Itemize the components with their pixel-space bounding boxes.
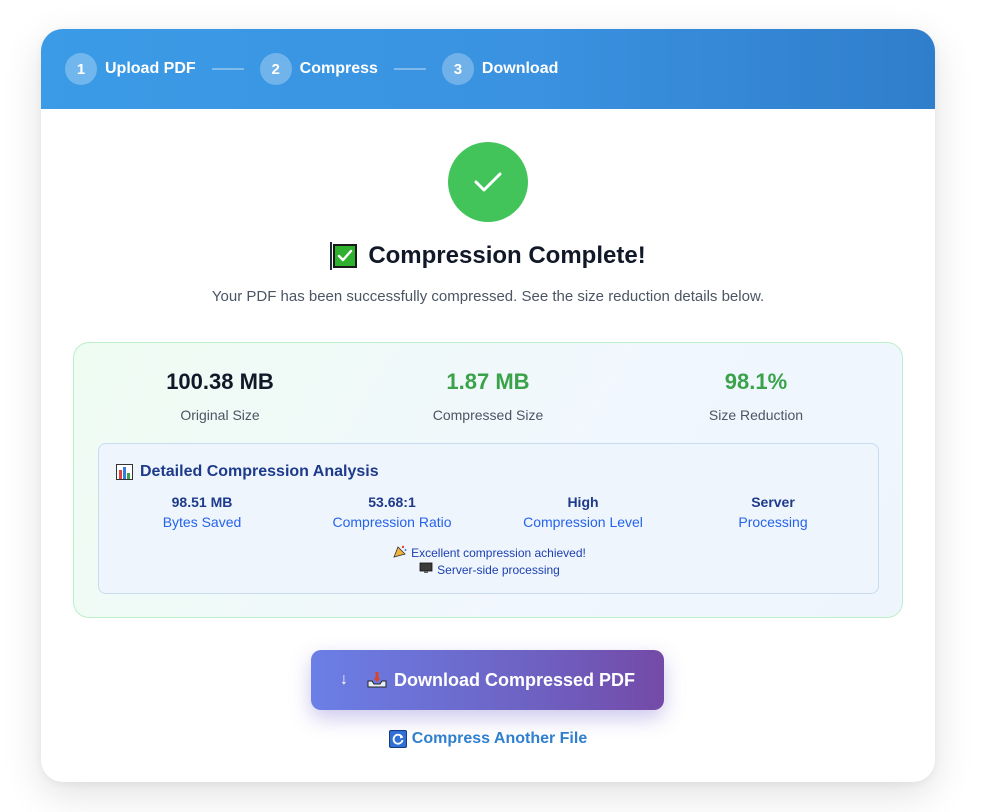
metric-value: Server bbox=[751, 494, 795, 510]
metric-value: 53.68:1 bbox=[368, 494, 416, 510]
refresh-icon bbox=[388, 730, 407, 748]
stat-compressed-size: 1.87 MB Compressed Size bbox=[388, 369, 588, 423]
metric-label: Bytes Saved bbox=[162, 514, 242, 530]
metric-label: Compression Ratio bbox=[332, 514, 452, 530]
results-panel: 100.38 MB Original Size 1.87 MB Compress… bbox=[73, 342, 903, 618]
analysis-title: Detailed Compression Analysis bbox=[116, 463, 379, 481]
step-number: 3 bbox=[441, 53, 474, 85]
compress-another-file-link[interactable]: Compress Another File bbox=[41, 728, 935, 750]
note-server: Server-side processing bbox=[99, 562, 880, 577]
metric-compression-level: High Compression Level bbox=[508, 494, 658, 530]
download-button-label: Download Compressed PDF bbox=[393, 669, 636, 690]
compress-another-label: Compress Another File bbox=[411, 730, 588, 747]
metric-value: High bbox=[567, 494, 599, 510]
party-popper-icon bbox=[393, 545, 407, 561]
metric-processing: Server Processing bbox=[698, 494, 848, 530]
metric-bytes-saved: 98.51 MB Bytes Saved bbox=[127, 494, 277, 530]
step-number: 2 bbox=[259, 53, 292, 85]
note-text: Server-side processing bbox=[437, 562, 560, 577]
progress-steps: 1 Upload PDF 2 Compress 3 Download bbox=[41, 29, 935, 109]
stat-label: Original Size bbox=[180, 407, 260, 423]
step-number: 1 bbox=[65, 53, 97, 85]
stat-label: Compressed Size bbox=[432, 407, 544, 423]
stat-value: 1.87 MB bbox=[446, 369, 530, 394]
metric-label: Processing bbox=[738, 514, 808, 530]
check-mark-emoji-icon bbox=[330, 242, 358, 270]
stat-value: 100.38 MB bbox=[166, 369, 274, 394]
stat-original-size: 100.38 MB Original Size bbox=[120, 369, 320, 423]
title-text: Compression Complete! bbox=[368, 242, 646, 269]
inbox-tray-icon bbox=[366, 671, 388, 689]
metric-label: Compression Level bbox=[523, 514, 643, 530]
stat-label: Size Reduction bbox=[708, 407, 804, 423]
metric-value: 98.51 MB bbox=[171, 494, 233, 510]
download-arrow-icon: ↓ bbox=[339, 671, 348, 688]
step-label: Upload PDF bbox=[105, 60, 196, 77]
success-check-icon bbox=[448, 142, 528, 222]
step-connector bbox=[211, 68, 244, 70]
bar-chart-icon bbox=[116, 464, 133, 480]
analysis-title-text: Detailed Compression Analysis bbox=[140, 463, 379, 480]
download-compressed-pdf-button[interactable]: ↓ Download Compressed PDF bbox=[311, 650, 664, 710]
compression-card: 1 Upload PDF 2 Compress 3 Download Compr… bbox=[41, 29, 935, 782]
analysis-panel: Detailed Compression Analysis 98.51 MB B… bbox=[98, 443, 879, 594]
metric-compression-ratio: 53.68:1 Compression Ratio bbox=[317, 494, 467, 530]
note-text: Excellent compression achieved! bbox=[411, 546, 586, 560]
stat-value: 98.1% bbox=[724, 369, 788, 394]
step-connector bbox=[393, 68, 426, 70]
step-label: Compress bbox=[299, 60, 378, 77]
step-label: Download bbox=[481, 60, 559, 77]
stat-size-reduction: 98.1% Size Reduction bbox=[656, 369, 856, 423]
note-excellent: Excellent compression achieved! bbox=[99, 545, 880, 561]
subtitle: Your PDF has been successfully compresse… bbox=[211, 288, 765, 305]
page-title: Compression Complete! bbox=[41, 238, 935, 274]
monitor-icon bbox=[419, 562, 433, 577]
step-upload: 1 Upload PDF bbox=[65, 53, 196, 85]
step-download: 3 Download bbox=[441, 53, 559, 85]
step-compress: 2 Compress bbox=[259, 53, 378, 85]
